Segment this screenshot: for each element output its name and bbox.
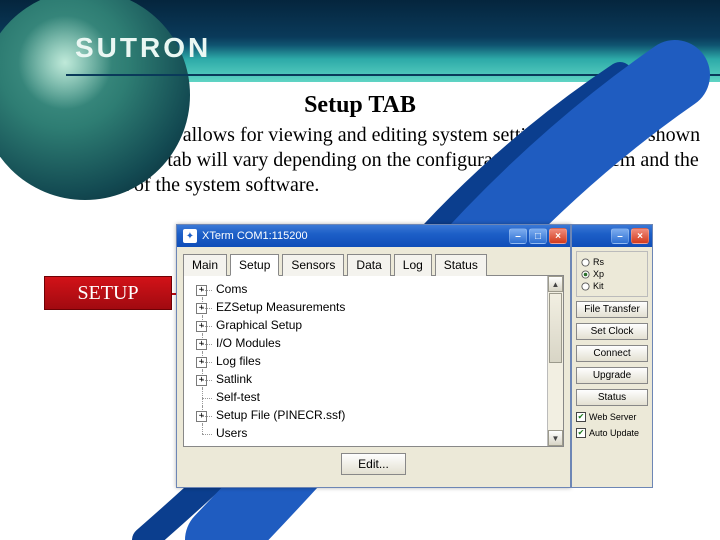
scroll-thumb[interactable] [549,293,562,363]
expand-icon[interactable]: + [196,285,207,296]
window-title: XTerm COM1:115200 [202,230,509,242]
edit-button[interactable]: Edit... [341,453,406,475]
tree-item[interactable]: + Satlink [192,370,543,388]
minimize-button[interactable]: – [509,228,527,244]
titlebar[interactable]: ✦ XTerm COM1:115200 – □ × [177,225,570,247]
expand-icon[interactable]: + [196,339,207,350]
tree-item[interactable]: + Coms [192,280,543,298]
checkbox-auto-update[interactable]: ✔Auto Update [576,428,648,438]
radio-label: Xp [593,269,604,279]
close-button[interactable]: × [549,228,567,244]
set-clock-button[interactable]: Set Clock [576,323,648,340]
tab-strip: MainSetupSensorsDataLogStatus [177,247,570,275]
side-titlebar[interactable]: – × [572,225,652,247]
tree-item-label: Users [216,426,247,440]
expand-icon[interactable]: + [196,375,207,386]
app-icon: ✦ [183,229,197,243]
tree-item[interactable]: + I/O Modules [192,334,543,352]
tab-data[interactable]: Data [347,254,390,276]
tree-item[interactable]: + Setup File (PINECR.ssf) [192,406,543,424]
side-buttons: File Transfer Set Clock Connect Upgrade Stat… [576,301,648,406]
tree-panel: + Coms + EZSetup Measurements + Graphical Set… [183,275,564,447]
scroll-track[interactable] [548,292,563,430]
checkbox-icon: ✔ [576,412,586,422]
scroll-down-button[interactable]: ▼ [548,430,563,446]
radio-rs[interactable]: Rs [581,257,643,267]
file-transfer-button[interactable]: File Transfer [576,301,648,318]
tab-main[interactable]: Main [183,254,227,276]
setup-callout-label: SETUP [77,282,138,305]
side-minimize-button[interactable]: – [611,228,629,244]
tree-item[interactable]: + EZSetup Measurements [192,298,543,316]
tree-item-label: Log files [216,354,261,368]
tree-item-label: Coms [216,282,247,296]
radio-label: Kit [593,281,604,291]
tab-setup[interactable]: Setup [230,254,279,276]
tab-status[interactable]: Status [435,254,487,276]
checkbox-label: Web Server [589,412,636,422]
upgrade-button[interactable]: Upgrade [576,367,648,384]
tree-item-label: Graphical Setup [216,318,302,332]
side-close-button[interactable]: × [631,228,649,244]
tab-sensors[interactable]: Sensors [282,254,344,276]
setup-callout: SETUP [44,276,172,310]
protocol-group: Rs Xp Kit [576,251,648,297]
tab-log[interactable]: Log [394,254,432,276]
maximize-button[interactable]: □ [529,228,547,244]
tree-item-label: Setup File (PINECR.ssf) [216,408,345,422]
radio-kit[interactable]: Kit [581,281,643,291]
tree-item[interactable]: + Log files [192,352,543,370]
side-panel: – × Rs Xp Kit File Transfer Set Clock Connec… [571,224,653,488]
tree-item-label: I/O Modules [216,336,281,350]
checkbox-label: Auto Update [589,428,639,438]
brand-banner: SUTRON [0,0,720,82]
vertical-scrollbar[interactable]: ▲ ▼ [547,276,563,446]
radio-label: Rs [593,257,604,267]
expand-icon[interactable]: + [196,411,207,422]
expand-icon[interactable]: + [196,321,207,332]
status-button[interactable]: Status [576,389,648,406]
settings-tree[interactable]: + Coms + EZSetup Measurements + Graphical Set… [184,276,547,446]
checkbox-web-server[interactable]: ✔Web Server [576,412,648,422]
tree-item-label: Satlink [216,372,252,386]
connect-button[interactable]: Connect [576,345,648,362]
expand-icon[interactable]: + [196,303,207,314]
brand-name: SUTRON [75,32,211,64]
expand-icon[interactable]: + [196,357,207,368]
tree-item[interactable]: +Users [192,424,543,442]
tree-item[interactable]: + Graphical Setup [192,316,543,334]
tree-item-label: EZSetup Measurements [216,300,345,314]
scroll-up-button[interactable]: ▲ [548,276,563,292]
radio-xp[interactable]: Xp [581,269,643,279]
tree-item[interactable]: +Self-test [192,388,543,406]
tree-item-label: Self-test [216,390,260,404]
xterm-window: ✦ XTerm COM1:115200 – □ × MainSetupSenso… [176,224,571,488]
checkbox-icon: ✔ [576,428,586,438]
